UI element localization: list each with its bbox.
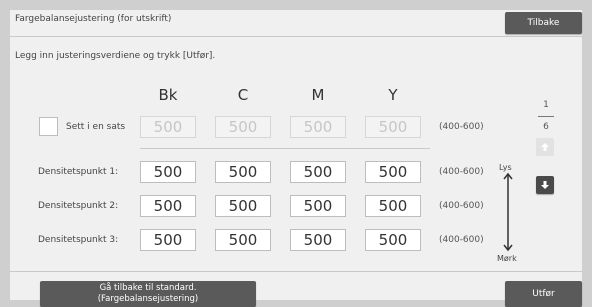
row-divider [140,148,430,149]
set-all-m-field: 500 [290,116,346,138]
page-title: Fargebalansejustering (for utskrift) [15,14,172,24]
column-header-y: Y [388,86,398,104]
density-point-1-y-field[interactable]: 500 [365,161,421,183]
reset-default-button[interactable]: Gå tilbake til standard. (Fargebalanseju… [40,281,256,307]
reset-line-2: (Fargebalansejustering) [97,294,199,304]
scale-light-label: Lys [499,163,512,172]
density-point-3-range: (400-600) [439,235,484,245]
set-all-y-field: 500 [365,116,421,138]
page-total: 6 [543,122,549,132]
page-divider [538,116,554,117]
back-button[interactable]: Tilbake [505,12,582,34]
execute-button[interactable]: Utfør [505,281,582,307]
density-point-2-label: Densitetspunkt 2: [38,201,119,211]
set-all-bk-field: 500 [140,116,196,138]
density-point-2-range: (400-600) [439,201,484,211]
page-current: 1 [543,100,549,110]
set-all-c-field: 500 [215,116,271,138]
density-point-2-m-field[interactable]: 500 [290,195,346,217]
footer-divider [10,271,582,272]
density-point-1-bk-field[interactable]: 500 [140,161,196,183]
density-point-1-range: (400-600) [439,167,484,177]
density-point-3-m-field[interactable]: 500 [290,229,346,251]
scale-arrow-icon [503,172,513,252]
density-point-3-label: Densitetspunkt 3: [38,235,119,245]
column-header-bk: Bk [158,86,178,104]
arrow-down-icon [541,181,549,189]
page-up-button[interactable] [536,138,554,156]
density-point-1-m-field[interactable]: 500 [290,161,346,183]
reset-line-1: Gå tilbake til standard. [99,283,197,293]
instruction-text: Legg inn justeringsverdiene og trykk [Ut… [15,51,216,61]
density-point-1-label: Densitetspunkt 1: [38,167,119,177]
density-point-3-c-field[interactable]: 500 [215,229,271,251]
scale-dark-label: Mørk [497,254,517,263]
density-point-1-c-field[interactable]: 500 [215,161,271,183]
density-point-3-bk-field[interactable]: 500 [140,229,196,251]
arrow-up-icon [541,143,549,151]
density-point-2-bk-field[interactable]: 500 [140,195,196,217]
density-point-2-c-field[interactable]: 500 [215,195,271,217]
header-divider [10,36,582,37]
set-all-range: (400-600) [439,122,484,132]
set-all-label: Sett i en sats [66,122,126,132]
density-point-2-y-field[interactable]: 500 [365,195,421,217]
set-all-checkbox[interactable] [39,117,58,136]
column-header-c: C [237,86,249,104]
page-down-button[interactable] [536,176,554,194]
column-header-m: M [311,86,325,104]
density-point-3-y-field[interactable]: 500 [365,229,421,251]
